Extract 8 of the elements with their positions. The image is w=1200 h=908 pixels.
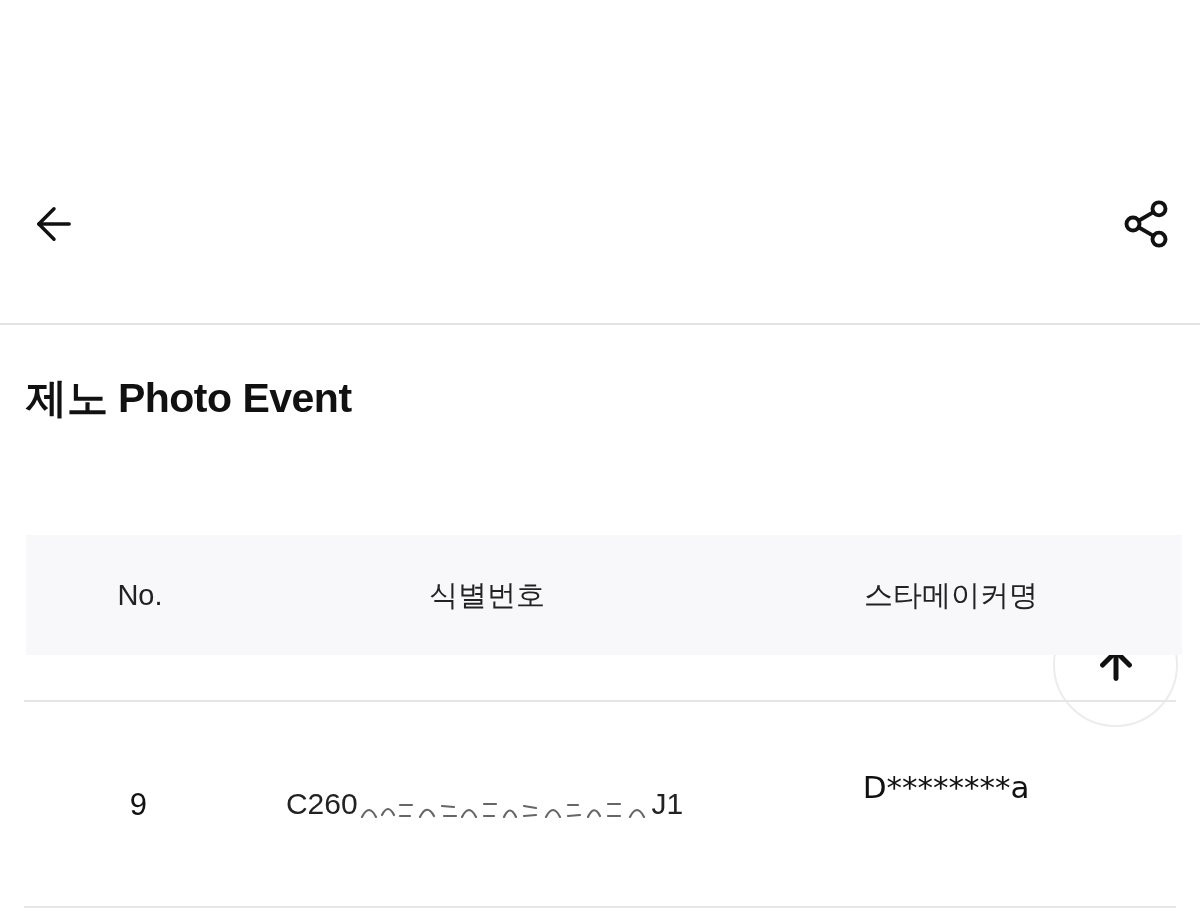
- table-cell-text: C260: [285, 786, 358, 822]
- table-cell-text: J1: [651, 786, 684, 822]
- table-cell: 9: [129, 786, 148, 824]
- table-cell: D********a: [862, 768, 1030, 806]
- column-header: 스타메이커명: [864, 578, 1038, 613]
- column-header: 식별번호: [429, 578, 545, 613]
- column-header: No.: [117, 578, 163, 613]
- page-title: 제노 Photo Event: [26, 374, 352, 423]
